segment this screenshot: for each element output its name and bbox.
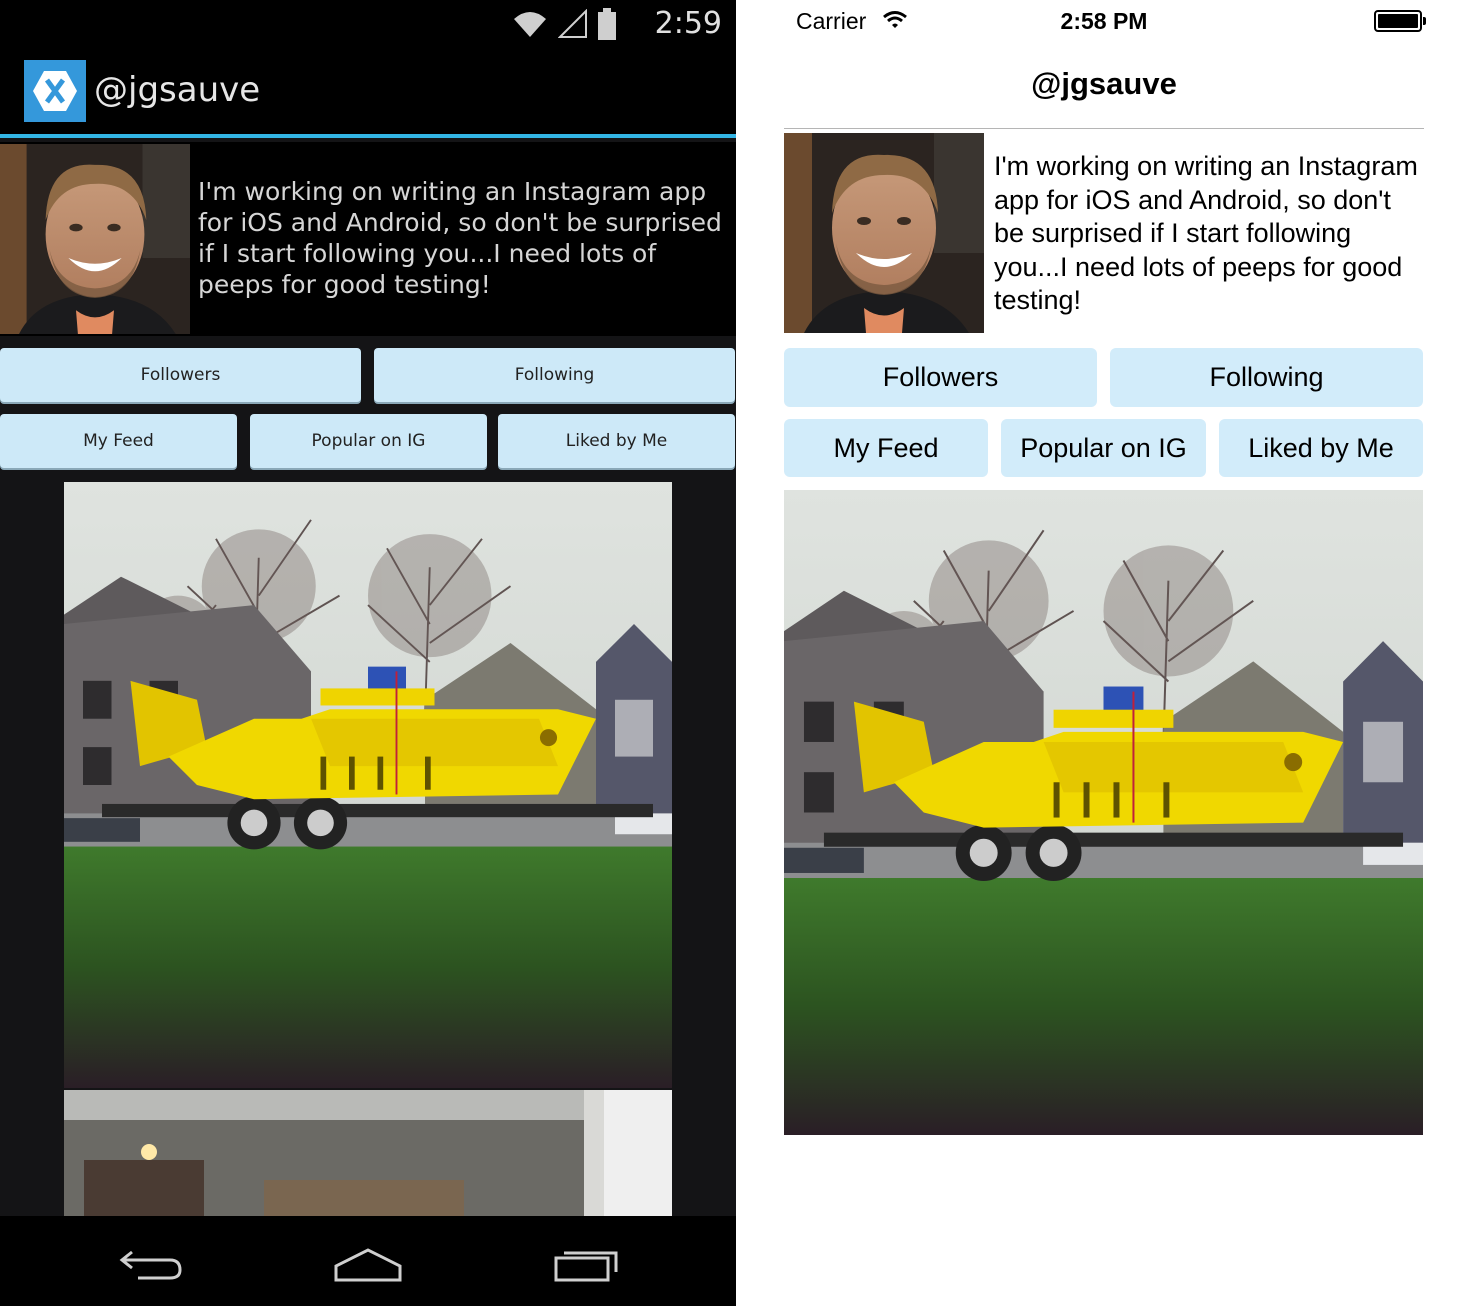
liked-by-me-button[interactable]: Liked by Me: [498, 414, 735, 468]
feed-photo[interactable]: [64, 482, 672, 1088]
nav-title: @jgsauve: [1031, 66, 1177, 101]
feed-photo[interactable]: [64, 1090, 672, 1216]
my-feed-button[interactable]: My Feed: [0, 414, 237, 468]
android-nav-bar: [0, 1216, 736, 1306]
followers-button[interactable]: Followers: [784, 348, 1097, 407]
status-time: 2:58 PM: [1060, 8, 1148, 34]
profile-header: I'm working on writing an Instagram app …: [0, 142, 736, 336]
battery-icon: [598, 8, 616, 40]
nav-separator: [784, 128, 1424, 129]
following-button[interactable]: Following: [1110, 348, 1423, 407]
android-status-bar: 2:59: [0, 0, 736, 48]
avatar: [0, 144, 190, 334]
battery-icon: [1374, 10, 1426, 32]
popular-button[interactable]: Popular on IG: [1001, 419, 1206, 477]
xamarin-logo-icon[interactable]: [24, 60, 86, 122]
back-icon[interactable]: [118, 1246, 184, 1282]
profile-bio: I'm working on writing an Instagram app …: [198, 177, 722, 299]
popular-button[interactable]: Popular on IG: [250, 414, 487, 468]
recents-icon[interactable]: [552, 1246, 622, 1282]
android-action-bar: @jgsauve: [0, 48, 736, 138]
home-icon[interactable]: [332, 1246, 404, 1282]
signal-icon: [558, 9, 587, 38]
status-icons: [512, 8, 616, 40]
android-screen: 2:59 @jgsauve I'm working on writing an …: [0, 0, 736, 1306]
profile-bio: I'm working on writing an Instagram app …: [994, 151, 1418, 315]
feed-photo[interactable]: [784, 490, 1423, 1135]
wifi-icon: [514, 12, 546, 37]
my-feed-button[interactable]: My Feed: [784, 419, 988, 477]
ios-screen: Carrier 2:58 PM @jgsauve I'm working on …: [736, 0, 1472, 1306]
liked-by-me-button[interactable]: Liked by Me: [1219, 419, 1423, 477]
following-button[interactable]: Following: [374, 348, 735, 402]
status-time: 2:59: [654, 6, 722, 41]
followers-button[interactable]: Followers: [0, 348, 361, 402]
hexagon-icon: [33, 71, 77, 111]
avatar: [784, 133, 984, 333]
actionbar-title: @jgsauve: [94, 70, 261, 110]
